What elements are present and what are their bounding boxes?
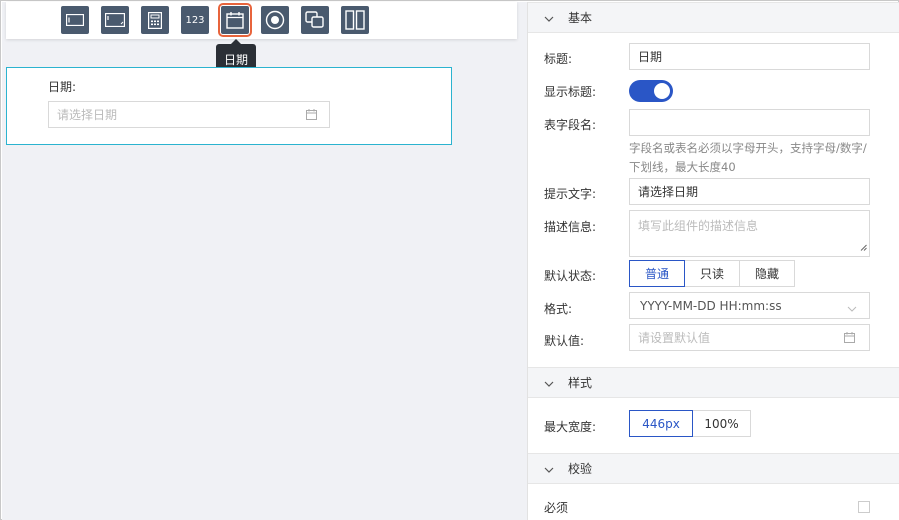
default-state-label: 默认状态:	[544, 269, 597, 283]
chevron-down-icon	[544, 462, 554, 476]
app-window: 123 日期 日期: 请选择日期 基本 标题: 日期 显示标题: 表字段名: 字…	[0, 0, 899, 520]
show-title-toggle[interactable]	[629, 80, 673, 102]
number-field-icon[interactable]: 123	[181, 6, 209, 34]
placeholder-label: 提示文字:	[544, 187, 597, 201]
state-option-readonly[interactable]: 只读	[684, 260, 740, 287]
multi-line-input-icon[interactable]	[101, 6, 129, 34]
section-basic-title: 基本	[568, 11, 593, 25]
placeholder-input[interactable]: 请选择日期	[629, 178, 870, 205]
section-validation-title: 校验	[568, 462, 593, 476]
calculator-icon[interactable]	[141, 6, 169, 34]
calendar-icon	[844, 332, 855, 346]
description-placeholder: 填写此组件的描述信息	[638, 219, 759, 233]
date-picker-input[interactable]: 请选择日期	[48, 101, 330, 128]
field-name-input[interactable]	[629, 109, 870, 136]
state-option-normal[interactable]: 普通	[629, 260, 685, 287]
max-width-label: 最大宽度:	[544, 420, 597, 434]
default-value-input[interactable]: 请设置默认值	[629, 324, 870, 351]
required-checkbox[interactable]	[858, 501, 870, 513]
chevron-down-icon	[544, 376, 554, 390]
show-title-label: 显示标题:	[544, 85, 597, 99]
default-value-label: 默认值:	[544, 334, 585, 348]
required-label: 必须	[544, 501, 569, 515]
toggle-knob	[654, 83, 670, 99]
properties-panel: 基本 标题: 日期 显示标题: 表字段名: 字段名或表名必须以字母开头，支持字母…	[527, 2, 899, 520]
title-input[interactable]: 日期	[629, 43, 870, 70]
chevron-down-icon	[544, 11, 554, 25]
component-toolbar: 123	[6, 2, 517, 39]
format-select-value: YYYY-MM-DD HH:mm:ss	[640, 298, 782, 313]
date-field-label: 日期:	[48, 80, 77, 94]
max-width-option-100pct[interactable]: 100%	[692, 410, 751, 437]
resize-handle-icon[interactable]	[860, 240, 867, 254]
radio-icon[interactable]	[261, 6, 289, 34]
form-canvas: 123 日期 日期: 请选择日期	[2, 2, 527, 520]
default-state-segmented: 普通 只读 隐藏	[629, 260, 795, 287]
calendar-icon	[306, 109, 317, 123]
field-name-label: 表字段名:	[544, 118, 597, 132]
single-line-input-icon[interactable]	[61, 6, 89, 34]
title-label: 标题:	[544, 52, 573, 66]
format-select[interactable]: YYYY-MM-DD HH:mm:ss	[629, 292, 870, 319]
description-label: 描述信息:	[544, 220, 597, 234]
format-label: 格式:	[544, 302, 573, 316]
date-picker-placeholder: 请选择日期	[57, 108, 118, 122]
max-width-option-446px[interactable]: 446px	[629, 410, 693, 437]
checkbox-group-icon[interactable]	[301, 6, 329, 34]
chevron-down-icon	[847, 301, 857, 315]
max-width-segmented: 446px 100%	[629, 410, 751, 437]
selected-date-field-card[interactable]: 日期: 请选择日期	[6, 67, 452, 145]
date-field-icon[interactable]	[218, 3, 252, 37]
section-style-header[interactable]: 样式	[528, 367, 899, 398]
two-column-layout-icon[interactable]	[341, 6, 369, 34]
state-option-hidden[interactable]: 隐藏	[739, 260, 795, 287]
number-field-label: 123	[185, 14, 205, 26]
field-name-hint: 字段名或表名必须以字母开头，支持字母/数字/下划线，最大长度40	[629, 141, 867, 174]
section-style-title: 样式	[568, 376, 593, 390]
description-textarea[interactable]: 填写此组件的描述信息	[629, 210, 870, 257]
section-basic-header[interactable]: 基本	[528, 2, 899, 33]
default-value-placeholder: 请设置默认值	[638, 331, 711, 345]
section-validation-header[interactable]: 校验	[528, 453, 899, 484]
